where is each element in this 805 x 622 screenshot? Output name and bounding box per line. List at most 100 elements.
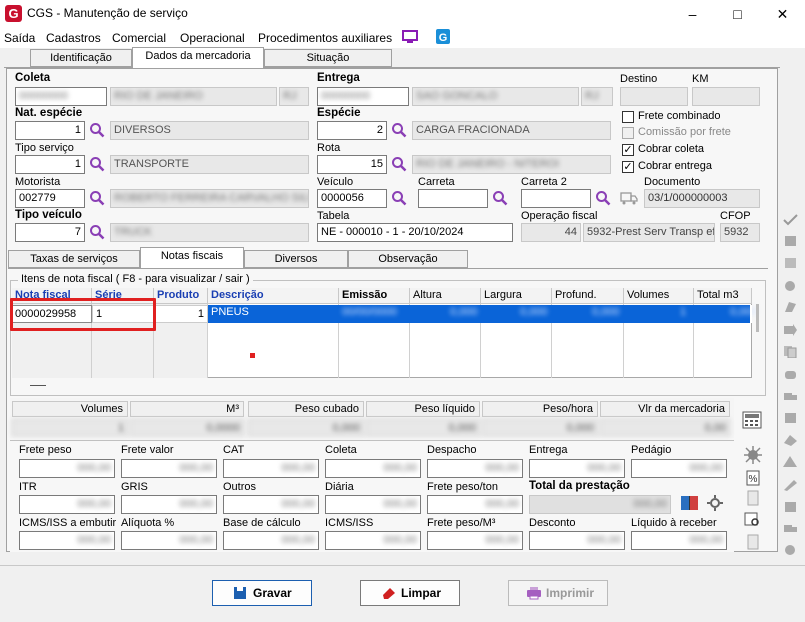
tab-identificacao[interactable]: Identificação — [30, 49, 132, 67]
search-icon[interactable] — [89, 224, 105, 240]
col-descricao[interactable]: Descrição — [208, 288, 339, 304]
calculator-icon[interactable] — [742, 411, 762, 429]
outros-field[interactable]: 000,00 — [223, 495, 319, 514]
search-icon[interactable] — [391, 122, 407, 138]
hand-icon[interactable] — [783, 368, 798, 381]
frete-combinado-checkbox[interactable] — [622, 111, 634, 123]
col-profund[interactable]: Profund. — [552, 288, 624, 304]
icms-iss-field[interactable]: 000,00 — [325, 531, 421, 550]
tab-situacao[interactable]: Situação — [264, 49, 392, 67]
search-document-icon[interactable] — [744, 512, 762, 528]
especie-field[interactable]: 2 — [317, 121, 387, 140]
search-icon[interactable] — [89, 122, 105, 138]
menu-saida[interactable]: Saída — [4, 28, 35, 48]
veiculo-field[interactable]: 0000056 — [317, 189, 387, 208]
col-emissao[interactable]: Emissão — [339, 288, 410, 304]
percent-doc-icon[interactable]: % — [746, 470, 760, 486]
tab-dados-da-mercadoria[interactable]: Dados da mercadoria — [132, 47, 264, 68]
search-icon[interactable] — [89, 156, 105, 172]
maximize-button[interactable]: □ — [715, 0, 760, 28]
search-icon[interactable] — [89, 190, 105, 206]
despacho-field[interactable]: 000,00 — [427, 459, 523, 478]
app-shortcut-icon[interactable]: G — [435, 28, 451, 45]
search-icon[interactable] — [595, 190, 611, 206]
nat-especie-field[interactable]: 1 — [15, 121, 85, 140]
entrega-code-field[interactable]: 00000000 — [317, 87, 409, 106]
frete-peso-m3-field[interactable]: 000,00 — [427, 531, 523, 550]
truck-side-icon[interactable] — [783, 390, 798, 403]
virus-icon[interactable] — [744, 446, 762, 464]
icms-embutir-field[interactable]: 000,00 — [19, 531, 115, 550]
carreta-field[interactable] — [418, 189, 488, 208]
itr-field[interactable]: 000,00 — [19, 495, 115, 514]
box2-icon[interactable] — [783, 500, 798, 513]
cell-total-m3[interactable]: 0,000 — [730, 306, 758, 318]
pedagio-field[interactable]: 000,00 — [631, 459, 727, 478]
tipo-servico-field[interactable]: 1 — [15, 155, 85, 174]
map-icon[interactable] — [783, 433, 798, 446]
menu-procedimentos-auxiliares[interactable]: Procedimentos auxiliares — [258, 28, 392, 48]
cat-field[interactable]: 000,00 — [223, 459, 319, 478]
checkmark-icon[interactable] — [783, 213, 798, 226]
cell-produto[interactable]: 1 — [154, 305, 208, 323]
truck2-icon[interactable] — [783, 522, 798, 535]
close-button[interactable]: ✕ — [760, 0, 805, 28]
page-icon[interactable] — [746, 534, 760, 550]
truck-icon[interactable] — [620, 191, 638, 205]
desconto-field[interactable]: 000,00 — [529, 531, 625, 550]
motorista-field[interactable]: 002779 — [15, 189, 85, 208]
coleta-code-field[interactable]: 00000000 — [15, 87, 107, 106]
monitor-icon[interactable] — [402, 29, 418, 45]
entrega-fee-field[interactable]: 000,00 — [529, 459, 625, 478]
gravar-button[interactable]: Gravar — [212, 580, 312, 606]
cell-emissao[interactable]: 00/00/0000 — [342, 306, 397, 318]
diaria-field[interactable]: 000,00 — [325, 495, 421, 514]
frete-valor-field[interactable]: 000,00 — [121, 459, 217, 478]
ciot-icon[interactable] — [783, 256, 798, 269]
tipo-veiculo-field[interactable]: 7 — [15, 223, 85, 242]
menu-comercial[interactable]: Comercial — [112, 28, 166, 48]
search-icon[interactable] — [391, 156, 407, 172]
cell-descricao[interactable]: PNEUS — [211, 306, 249, 318]
tabela-field[interactable]: NE - 000010 - 1 - 20/10/2024 — [317, 223, 513, 242]
carreta2-field[interactable] — [521, 189, 591, 208]
book-icon[interactable] — [680, 494, 700, 512]
grid-scrollbar[interactable] — [756, 304, 759, 332]
settings-icon[interactable] — [706, 494, 724, 512]
col-total-m3[interactable]: Total m3 — [694, 288, 752, 304]
frete-peso-field[interactable]: 000,00 — [19, 459, 115, 478]
comissao-por-frete-checkbox[interactable] — [622, 127, 634, 139]
search-icon[interactable] — [391, 190, 407, 206]
minimize-button[interactable]: – — [670, 0, 715, 28]
tools-icon[interactable] — [783, 234, 798, 247]
cobrar-coleta-checkbox[interactable]: ✓ — [622, 144, 634, 156]
forward-icon[interactable] — [783, 323, 798, 336]
cobrar-entrega-checkbox[interactable]: ✓ — [622, 161, 634, 173]
tab-diversos[interactable]: Diversos — [244, 250, 348, 268]
imprimir-button[interactable]: Imprimir — [508, 580, 608, 606]
menu-operacional[interactable]: Operacional — [180, 28, 245, 48]
aliquota-field[interactable]: 000,00 — [121, 531, 217, 550]
menu-cadastros[interactable]: Cadastros — [46, 28, 101, 48]
tab-notas-fiscais[interactable]: Notas fiscais — [140, 247, 244, 268]
circle-icon[interactable] — [783, 280, 798, 293]
coleta-fee-field[interactable]: 000,00 — [325, 459, 421, 478]
search-icon[interactable] — [492, 190, 508, 206]
tab-taxas-de-servicos[interactable]: Taxas de serviços — [8, 250, 140, 268]
rota-field[interactable]: 15 — [317, 155, 387, 174]
pen-icon[interactable] — [783, 478, 798, 491]
tab-observacao[interactable]: Observação — [348, 250, 468, 268]
col-volumes[interactable]: Volumes — [624, 288, 694, 304]
gear-icon[interactable] — [783, 544, 798, 557]
gris-field[interactable]: 000,00 — [121, 495, 217, 514]
col-produto[interactable]: Produto — [154, 288, 208, 304]
document-icon[interactable] — [746, 490, 760, 506]
limpar-button[interactable]: Limpar — [360, 580, 460, 606]
cell-altura[interactable]: 0,000 — [450, 306, 478, 318]
col-largura[interactable]: Largura — [481, 288, 552, 304]
cell-largura[interactable]: 0,000 — [520, 306, 548, 318]
splitter-handle[interactable] — [30, 385, 46, 386]
frete-peso-ton-field[interactable]: 000,00 — [427, 495, 523, 514]
box-icon[interactable] — [783, 411, 798, 424]
liquido-receber-field[interactable]: 000,00 — [631, 531, 727, 550]
